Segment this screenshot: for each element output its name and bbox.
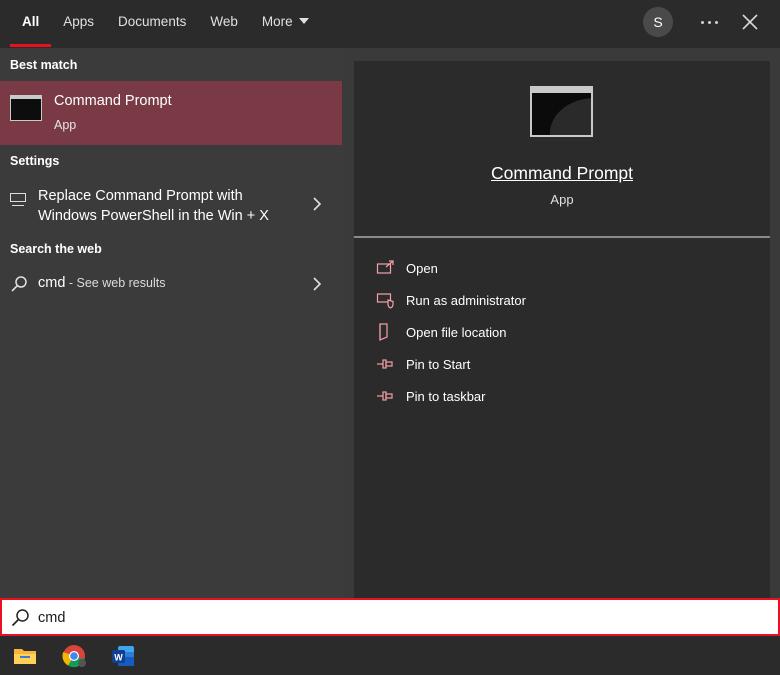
section-search-web: Search the web — [10, 242, 102, 256]
settings-result-item[interactable]: Replace Command Prompt with Windows Powe… — [0, 182, 342, 232]
best-match-subtitle: App — [54, 118, 77, 132]
action-pin-taskbar-label: Pin to taskbar — [406, 389, 486, 404]
section-best-match: Best match — [10, 58, 78, 72]
settings-result-text: Replace Command Prompt with Windows Powe… — [38, 186, 298, 226]
pin-icon — [377, 359, 393, 369]
svg-text:W: W — [114, 653, 123, 663]
chrome-icon[interactable] — [60, 642, 88, 670]
settings-toggle-icon — [10, 193, 26, 206]
action-run-admin-label: Run as administrator — [406, 293, 526, 308]
detail-pane: Command Prompt App Open Run as administr… — [354, 61, 770, 598]
action-pin-to-start[interactable]: Pin to Start — [376, 353, 676, 377]
action-file-location-label: Open file location — [406, 325, 507, 340]
file-location-icon — [379, 323, 388, 341]
action-pin-start-label: Pin to Start — [406, 357, 471, 372]
detail-divider — [354, 236, 770, 238]
search-box[interactable] — [0, 598, 780, 636]
file-explorer-icon[interactable] — [11, 642, 39, 670]
search-header: All Apps Documents Web More S — [0, 0, 780, 48]
action-pin-to-taskbar[interactable]: Pin to taskbar — [376, 385, 676, 409]
chevron-right-icon[interactable] — [312, 277, 322, 291]
search-icon — [11, 276, 27, 292]
best-match-title: Command Prompt — [54, 93, 172, 109]
taskbar: W — [0, 636, 780, 675]
action-open-label: Open — [406, 261, 438, 276]
tab-more-label: More — [261, 14, 293, 29]
shield-icon — [376, 293, 394, 309]
detail-subtitle: App — [550, 192, 574, 207]
search-input[interactable] — [38, 606, 738, 630]
command-prompt-large-icon — [530, 86, 593, 137]
action-open-file-location[interactable]: Open file location — [376, 321, 676, 345]
open-icon — [376, 260, 394, 274]
best-match-item[interactable]: Command Prompt App — [0, 81, 342, 145]
close-icon[interactable] — [740, 12, 760, 32]
detail-title[interactable]: Command Prompt — [354, 163, 770, 184]
results-pane: Best match Command Prompt App Settings R… — [0, 48, 342, 598]
tab-documents[interactable]: Documents — [106, 0, 198, 48]
command-prompt-icon — [10, 95, 42, 121]
caret-down-icon — [298, 18, 309, 24]
settings-line-2: Windows PowerShell in the Win + X — [38, 208, 269, 224]
search-icon — [11, 609, 29, 627]
tab-more[interactable]: More — [250, 0, 321, 48]
web-result-item[interactable]: cmd - See web results — [0, 273, 342, 297]
section-settings: Settings — [10, 154, 60, 168]
filter-tabs: All Apps Documents Web More — [10, 0, 321, 48]
action-run-as-administrator[interactable]: Run as administrator — [376, 289, 676, 313]
account-avatar[interactable]: S — [643, 7, 673, 37]
chevron-right-icon[interactable] — [312, 197, 322, 211]
web-suffix: - See web results — [65, 276, 166, 290]
tab-all[interactable]: All — [10, 0, 52, 48]
tab-apps[interactable]: Apps — [51, 0, 106, 48]
tab-web[interactable]: Web — [198, 0, 250, 48]
web-query: cmd — [38, 275, 66, 291]
pin-icon — [377, 391, 393, 401]
action-open[interactable]: Open — [376, 257, 676, 281]
settings-line-1: Replace Command Prompt with — [38, 188, 243, 204]
word-icon[interactable]: W — [109, 642, 137, 670]
more-options-icon[interactable] — [695, 10, 723, 34]
web-result-text: cmd - See web results — [38, 275, 165, 291]
